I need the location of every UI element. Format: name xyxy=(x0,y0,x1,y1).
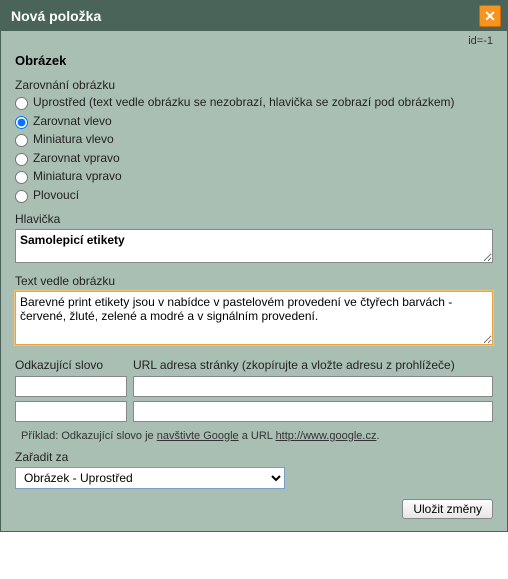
align-radio[interactable] xyxy=(15,116,28,129)
example-mid: a URL xyxy=(239,430,276,442)
dialog-footer: Uložit změny xyxy=(15,499,493,519)
align-option: Miniatura vpravo xyxy=(15,169,493,185)
link-word-input[interactable] xyxy=(15,401,127,422)
close-button[interactable]: ✕ xyxy=(479,5,501,27)
link-url-input[interactable] xyxy=(133,376,493,397)
heading-input[interactable] xyxy=(15,229,493,263)
link-row xyxy=(15,376,493,397)
dialog-content: id=-1 Obrázek Zarovnání obrázku Uprostře… xyxy=(1,31,507,531)
example-link-url[interactable]: http://www.google.cz xyxy=(276,430,377,442)
links-header: Odkazující slovo URL adresa stránky (zko… xyxy=(15,358,493,372)
align-radio[interactable] xyxy=(15,134,28,147)
align-option-label: Zarovnat vlevo xyxy=(33,114,112,130)
links-example: Příklad: Odkazující slovo je navštivte G… xyxy=(21,430,493,442)
align-label: Zarovnání obrázku xyxy=(15,78,493,92)
body-label: Text vedle obrázku xyxy=(15,274,493,288)
align-radio-group: Uprostřed (text vedle obrázku se nezobra… xyxy=(15,95,493,204)
link-row xyxy=(15,401,493,422)
align-radio[interactable] xyxy=(15,153,28,166)
link-url-input[interactable] xyxy=(133,401,493,422)
align-option: Plovoucí xyxy=(15,188,493,204)
dialog-window: Nová položka ✕ id=-1 Obrázek Zarovnání o… xyxy=(0,0,508,532)
align-option: Uprostřed (text vedle obrázku se nezobra… xyxy=(15,95,493,111)
align-option-label: Plovoucí xyxy=(33,188,79,204)
align-radio[interactable] xyxy=(15,97,28,110)
align-option-label: Uprostřed (text vedle obrázku se nezobra… xyxy=(33,95,455,111)
align-radio[interactable] xyxy=(15,190,28,203)
titlebar: Nová položka ✕ xyxy=(1,1,507,31)
window-title: Nová položka xyxy=(11,8,101,24)
order-select[interactable]: Obrázek - Uprostřed xyxy=(15,467,285,489)
align-option-label: Zarovnat vpravo xyxy=(33,151,120,167)
link-rows xyxy=(15,376,493,422)
link-word-input[interactable] xyxy=(15,376,127,397)
align-radio[interactable] xyxy=(15,171,28,184)
example-prefix: Příklad: Odkazující slovo je xyxy=(21,430,157,442)
order-label: Zařadit za xyxy=(15,450,493,464)
align-option-label: Miniatura vlevo xyxy=(33,132,114,148)
align-option-label: Miniatura vpravo xyxy=(33,169,122,185)
link-url-label: URL adresa stránky (zkopírujte a vložte … xyxy=(133,358,493,372)
align-option: Miniatura vlevo xyxy=(15,132,493,148)
save-button[interactable]: Uložit změny xyxy=(402,499,493,519)
align-option: Zarovnat vlevo xyxy=(15,114,493,130)
example-link-text[interactable]: navštivte Google xyxy=(157,430,239,442)
heading-label: Hlavička xyxy=(15,212,493,226)
close-icon: ✕ xyxy=(484,9,496,23)
align-option: Zarovnat vpravo xyxy=(15,151,493,167)
body-input[interactable] xyxy=(15,291,493,345)
example-suffix: . xyxy=(376,430,379,442)
section-heading: Obrázek xyxy=(15,53,493,68)
record-id: id=-1 xyxy=(15,35,493,49)
link-word-label: Odkazující slovo xyxy=(15,358,133,372)
